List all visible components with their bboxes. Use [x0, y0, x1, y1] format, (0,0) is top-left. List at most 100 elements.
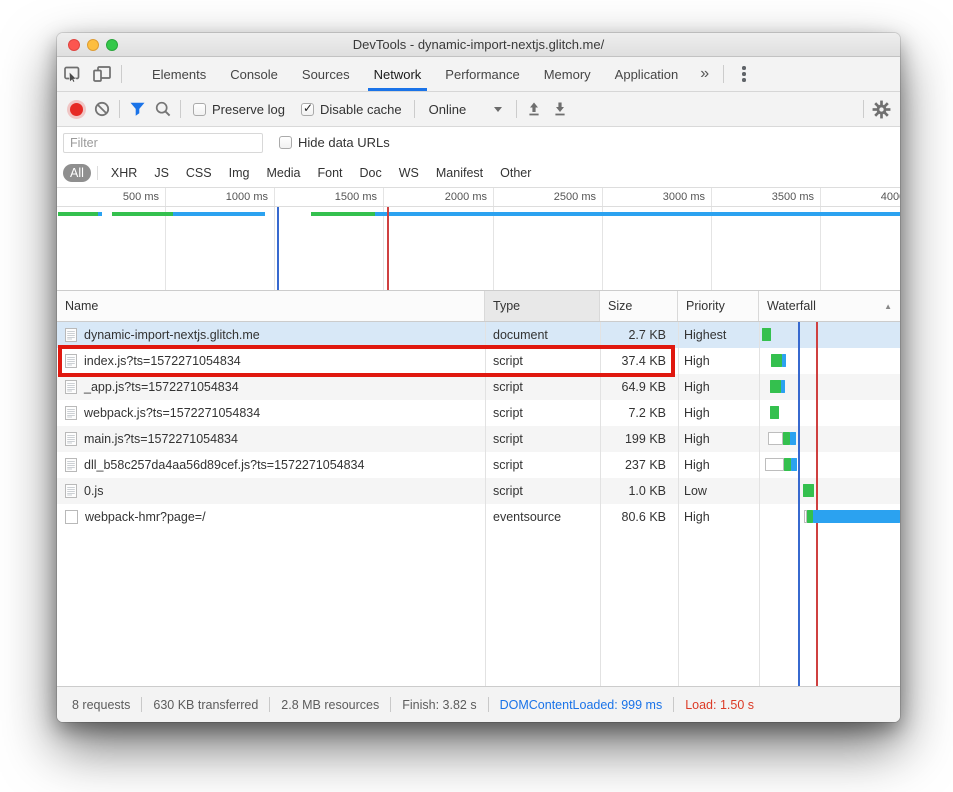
column-header-type[interactable]: Type: [485, 291, 600, 321]
divider: [121, 65, 122, 83]
tab-sources[interactable]: Sources: [290, 57, 362, 91]
more-panels-button[interactable]: »: [690, 65, 719, 83]
overview-ruler-border: [57, 206, 900, 207]
size-cell: 2.7 KB: [600, 322, 678, 348]
overview-download-bar: [98, 212, 102, 216]
filter-chip-css[interactable]: CSS: [179, 164, 219, 182]
tab-application[interactable]: Application: [603, 57, 691, 91]
tab-console[interactable]: Console: [218, 57, 290, 91]
sort-ascending-icon: ▲: [884, 302, 892, 311]
filter-chip-font[interactable]: Font: [311, 164, 350, 182]
waterfall-cell: [759, 374, 900, 400]
network-toolbar: Preserve log Disable cache Online: [57, 92, 900, 127]
waterfall-waiting-bar: [762, 328, 771, 341]
device-toolbar-icon[interactable]: [87, 57, 117, 91]
filter-chip-ws[interactable]: WS: [392, 164, 426, 182]
table-row[interactable]: index.js?ts=1572271054834script37.4 KBHi…: [57, 348, 900, 374]
record-button[interactable]: [63, 95, 89, 123]
tab-network[interactable]: Network: [362, 57, 434, 91]
name-cell: main.js?ts=1572271054834: [57, 426, 485, 452]
throttling-dropdown[interactable]: Online: [419, 102, 513, 117]
priority-cell: Highest: [678, 322, 759, 348]
clear-icon[interactable]: [89, 95, 115, 123]
table-row[interactable]: _app.js?ts=1572271054834script64.9 KBHig…: [57, 374, 900, 400]
settings-gear-icon[interactable]: [868, 95, 894, 123]
main-menu-icon[interactable]: [730, 66, 758, 82]
filter-chip-manifest[interactable]: Manifest: [429, 164, 490, 182]
type-cell: script: [485, 478, 600, 504]
size-cell: 237 KB: [600, 452, 678, 478]
preserve-log-checkbox[interactable]: Preserve log: [193, 102, 285, 117]
timeline-overview[interactable]: 500 ms1000 ms1500 ms2000 ms2500 ms3000 m…: [57, 188, 900, 291]
waterfall-cell: [759, 504, 900, 530]
table-row[interactable]: dynamic-import-nextjs.glitch.medocument2…: [57, 322, 900, 348]
waterfall-waiting-bar: [771, 354, 782, 367]
load-event-line: [387, 207, 389, 290]
document-icon: [65, 484, 77, 498]
inspect-element-icon[interactable]: [57, 57, 87, 91]
table-row[interactable]: webpack.js?ts=1572271054834script7.2 KBH…: [57, 400, 900, 426]
filter-input[interactable]: [63, 133, 263, 153]
overview-gridline: [274, 188, 275, 290]
filter-chip-all[interactable]: All: [63, 164, 91, 182]
checkbox-checked[interactable]: [301, 103, 314, 116]
table-row[interactable]: main.js?ts=1572271054834script199 KBHigh: [57, 426, 900, 452]
filter-chip-xhr[interactable]: XHR: [104, 164, 144, 182]
filter-chip-js[interactable]: JS: [147, 164, 176, 182]
tab-performance[interactable]: Performance: [433, 57, 531, 91]
overview-waiting-bar: [112, 212, 173, 216]
filter-chip-other[interactable]: Other: [493, 164, 538, 182]
export-har-icon[interactable]: [547, 95, 573, 123]
column-header-size[interactable]: Size: [600, 291, 678, 321]
size-cell: 80.6 KB: [600, 504, 678, 530]
divider: [863, 100, 864, 118]
waterfall-waiting-bar: [770, 380, 781, 393]
filter-chip-media[interactable]: Media: [259, 164, 307, 182]
waterfall-cell: [759, 400, 900, 426]
tab-memory[interactable]: Memory: [532, 57, 603, 91]
divider: [180, 100, 181, 118]
filter-icon[interactable]: [124, 95, 150, 123]
overview-tick-label: 2500 ms: [527, 191, 596, 203]
devtools-tabbar: ElementsConsoleSourcesNetworkPerformance…: [57, 57, 900, 92]
waterfall-cell: [759, 348, 900, 374]
overview-gridline: [383, 188, 384, 290]
chevron-down-icon: [494, 107, 502, 112]
type-cell: script: [485, 348, 600, 374]
hide-data-urls-checkbox[interactable]: Hide data URLs: [279, 135, 390, 150]
column-header-priority[interactable]: Priority: [678, 291, 759, 321]
disable-cache-checkbox[interactable]: Disable cache: [301, 102, 402, 117]
priority-cell: High: [678, 452, 759, 478]
table-row[interactable]: dll_b58c257da4aa56d89cef.js?ts=157227105…: [57, 452, 900, 478]
tab-elements[interactable]: Elements: [140, 57, 218, 91]
filter-chip-img[interactable]: Img: [222, 164, 257, 182]
import-har-icon[interactable]: [521, 95, 547, 123]
window-title: DevTools - dynamic-import-nextjs.glitch.…: [57, 37, 900, 52]
filter-row: Hide data URLs: [57, 127, 900, 158]
type-cell: eventsource: [485, 504, 600, 530]
size-cell: 64.9 KB: [600, 374, 678, 400]
type-cell: script: [485, 374, 600, 400]
checkbox-unchecked[interactable]: [193, 103, 206, 116]
column-header-name[interactable]: Name: [57, 291, 485, 321]
overview-tick-label: 500 ms: [90, 191, 159, 203]
waterfall-cell: [759, 426, 900, 452]
table-row[interactable]: 0.jsscript1.0 KBLow: [57, 478, 900, 504]
document-icon: [65, 380, 77, 394]
table-row[interactable]: webpack-hmr?page=/eventsource80.6 KBHigh: [57, 504, 900, 530]
type-cell: document: [485, 322, 600, 348]
priority-cell: High: [678, 374, 759, 400]
column-header-waterfall[interactable]: Waterfall▲: [759, 291, 900, 321]
waterfall-download-bar: [781, 380, 785, 393]
filter-chip-doc[interactable]: Doc: [353, 164, 389, 182]
status-resources: 2.8 MB resources: [270, 698, 390, 712]
checkbox-unchecked[interactable]: [279, 136, 292, 149]
waterfall-waiting-bar: [783, 432, 790, 445]
overview-download-bar: [375, 212, 900, 216]
overview-tick-label: 3000 ms: [636, 191, 705, 203]
waterfall-cell: [759, 478, 900, 504]
overview-waiting-bar: [58, 212, 98, 216]
search-icon[interactable]: [150, 95, 176, 123]
overview-waiting-bar: [311, 212, 375, 216]
document-icon: [65, 354, 77, 368]
